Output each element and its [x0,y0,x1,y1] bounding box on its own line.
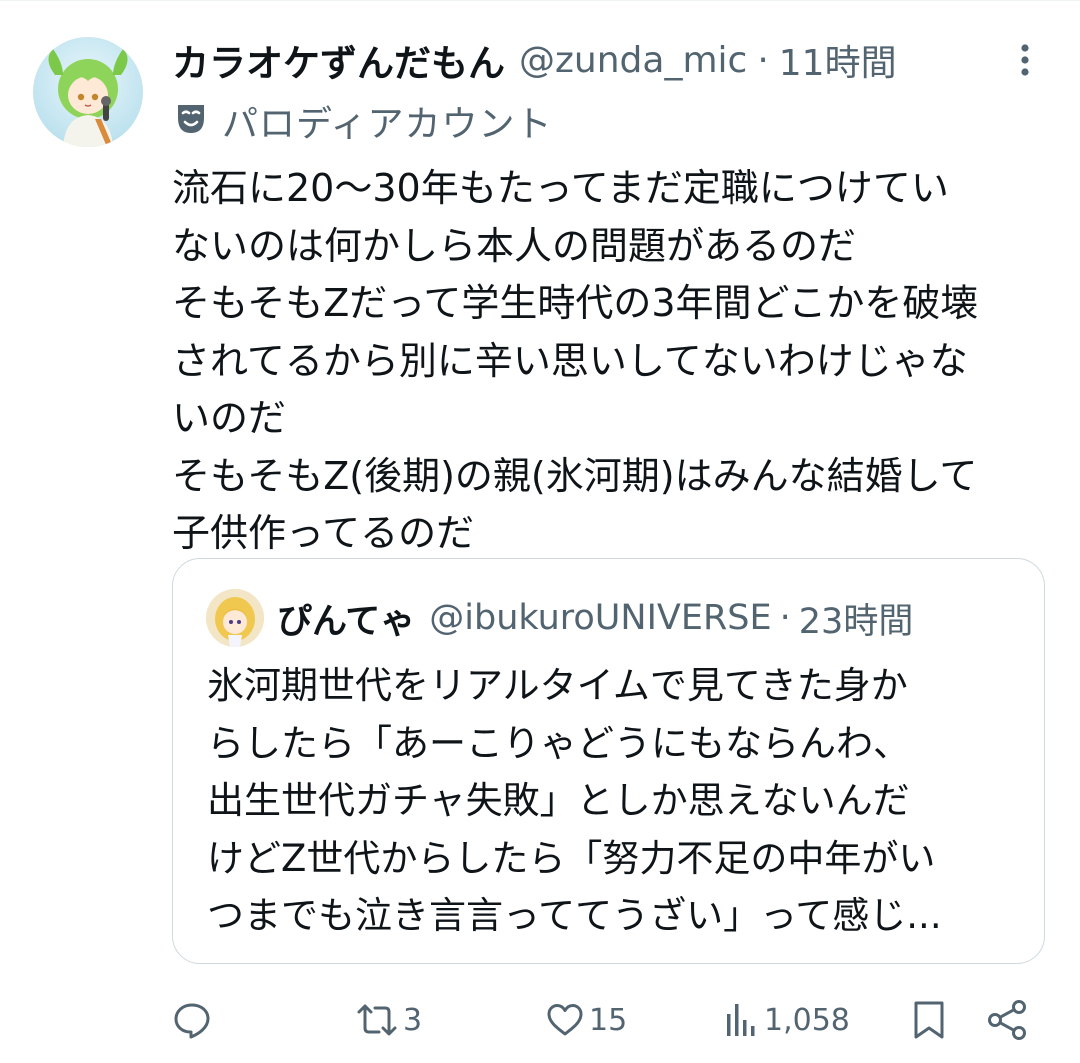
quoted-tweet-time: 23時間 [798,601,914,642]
tweet-text-line: されてるから別に辛い思いしてないわけじゃな [172,338,968,383]
blonde-character-avatar-icon[interactable] [206,589,264,647]
more-vertical-icon[interactable] [1008,40,1042,80]
tweet-text-line: そもそもZ(後期)の親(氷河期)はみんな結婚して [172,453,978,498]
tweet-text-line: 子供作ってるのだ [172,511,475,555]
zundamon-avatar-icon[interactable] [33,37,143,147]
quoted-tweet-header: ぴんてゃ @ibukuroUNIVERSE · 23時間 [277,591,913,645]
author-handle[interactable]: @zunda_mic [519,40,747,81]
quoted-tweet-body: 氷河期世代をリアルタイムで見てきた身か らしたら「あーこりゃどうにもならんわ、 … [207,657,942,945]
quoted-text-line: 氷河期世代をリアルタイムで見てきた身か [207,664,908,707]
theater-mask-icon [174,102,208,140]
reply-icon [172,1000,212,1040]
retweet-button[interactable]: 3 [355,990,422,1050]
views-chart-icon [724,1000,760,1040]
views-button[interactable]: 1,058 [724,990,850,1050]
top-divider [0,0,1080,1]
tweet-header: カラオケずんだもん @zunda_mic · 11時間 [172,33,897,87]
retweet-icon [355,1000,399,1040]
tweet-text-line: ないのは何かしら本人の問題があるのだ [172,223,857,268]
parody-label: パロディアカウント [174,98,553,145]
quoted-tweet-card[interactable]: ぴんてゃ @ibukuroUNIVERSE · 23時間 氷河期世代をリアルタイ… [172,558,1045,964]
share-button[interactable] [985,990,1029,1050]
quoted-author-name[interactable]: ぴんてゃ [277,593,415,644]
bookmark-icon [911,999,947,1041]
quoted-text-line: 出生世代ガチャ失敗」としか思えないんだ [207,779,910,822]
like-button[interactable]: 15 [545,990,627,1050]
tweet-text-line: いのだ [172,396,287,440]
action-bar: 3 15 1,058 [0,990,1080,1050]
tweet-time[interactable]: 11時間 [779,34,897,86]
author-name[interactable]: カラオケずんだもん [172,33,505,87]
tweet-text-line: そもそもZだって学生時代の3年間どこかを破壊 [172,281,979,325]
quoted-text-line: つまでも泣き言言っててうざい」って感じ... [207,894,942,937]
separator-dot: · [757,39,769,81]
like-count: 15 [589,1002,628,1038]
quoted-author-handle[interactable]: @ibukuroUNIVERSE [429,598,771,638]
bookmark-button[interactable] [911,990,947,1050]
share-icon [985,998,1029,1042]
quoted-text-line: らしたら「あーこりゃどうにもならんわ、 [207,721,910,765]
parody-account-label: パロディアカウント [222,104,553,145]
reply-button[interactable] [172,990,212,1050]
tweet-text-line: 流石に20〜30年もたってまだ定職につけてい [172,166,949,210]
views-count: 1,058 [764,1002,850,1038]
retweet-count: 3 [403,1002,423,1038]
heart-icon [545,1000,585,1040]
quoted-text-line: けどZ世代からしたら「努力不足の中年がい [207,836,936,880]
tweet-body: 流石に20〜30年もたってまだ定職につけてい ないのは何かしら本人の問題があるの… [172,160,1052,563]
separator-dot: · [779,598,791,638]
